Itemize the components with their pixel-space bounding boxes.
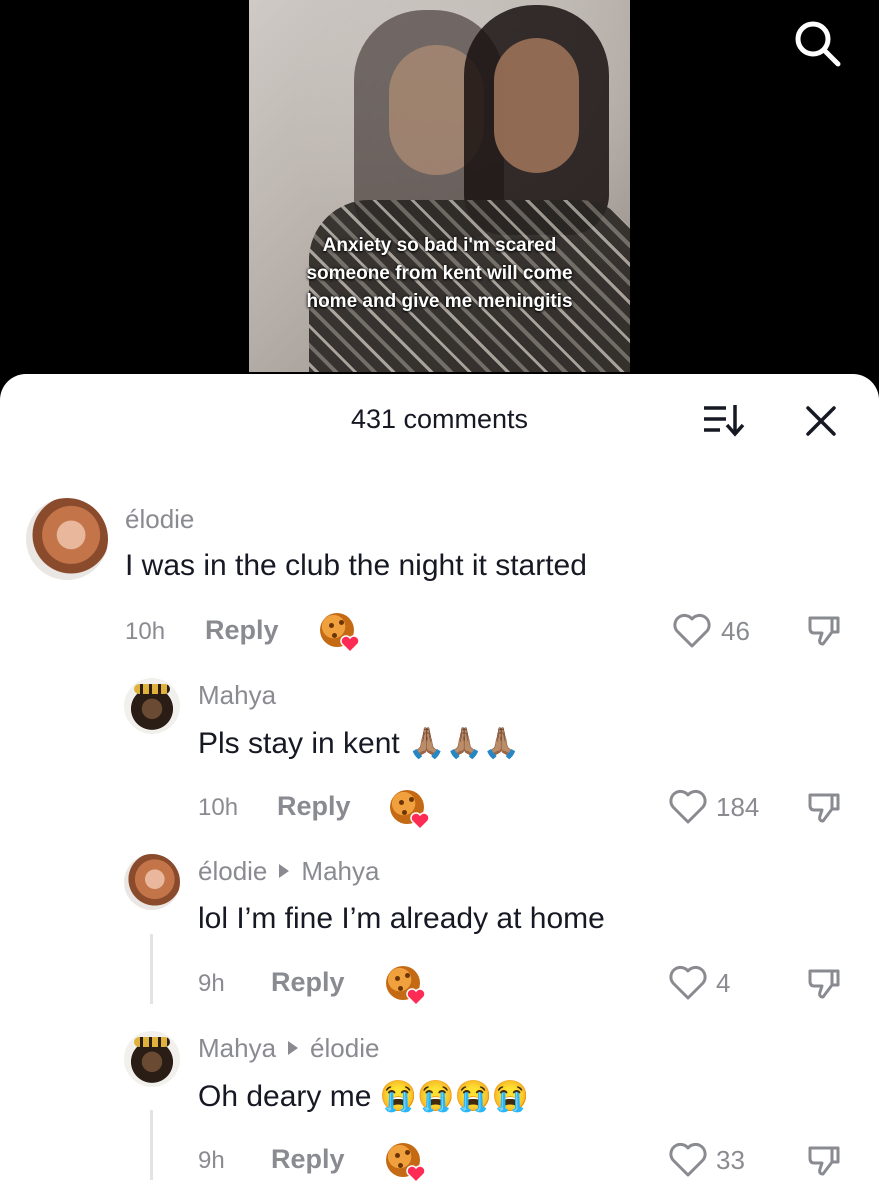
creator-liked-icon — [386, 966, 426, 1006]
comment-text: Oh deary me 😭😭😭😭 — [198, 1079, 529, 1114]
close-button[interactable] — [800, 400, 842, 442]
comment-emoji: 🙏🏽🙏🏽🙏🏽 — [408, 727, 521, 760]
like-count: 46 — [721, 616, 750, 646]
reply-arrow-icon — [288, 1041, 299, 1056]
heart-outline-icon[interactable] — [668, 1142, 708, 1178]
comment-username[interactable]: Mahya — [198, 680, 276, 711]
avatar[interactable] — [26, 498, 108, 580]
video-caption: Anxiety so bad i'm scared someone from k… — [306, 235, 573, 312]
reply-to-user: Mahya — [301, 856, 380, 886]
avatar[interactable] — [124, 678, 180, 734]
comment-text: I was in the club the night it started — [125, 549, 587, 583]
comment-author: Mahya — [198, 1033, 277, 1063]
search-icon — [795, 21, 841, 67]
like-count: 4 — [716, 968, 731, 998]
comment-time: 10h — [125, 618, 166, 645]
reply-button[interactable]: Reply — [205, 615, 279, 646]
comment-text-body: I was in the club the night it started — [125, 549, 587, 582]
heart-outline-icon[interactable] — [668, 789, 708, 825]
avatar[interactable] — [124, 1031, 180, 1087]
creator-liked-icon — [320, 613, 360, 653]
heart-outline-icon[interactable] — [668, 965, 708, 1001]
like-count: 184 — [716, 792, 760, 822]
comment-author: élodie — [198, 856, 268, 886]
reply-button[interactable]: Reply — [277, 791, 351, 822]
reply-arrow-icon — [279, 864, 290, 879]
video-area[interactable]: Anxiety so bad i'm scared someone from k… — [0, 0, 879, 400]
comments-sheet: 431 comments élodie I was in the club th… — [0, 374, 879, 1200]
video-thumbnail[interactable]: Anxiety so bad i'm scared someone from k… — [249, 0, 630, 372]
comment-time: 10h — [198, 794, 239, 821]
comment-text-body: lol I’m fine I’m already at home — [198, 902, 605, 935]
comment: élodie I was in the club the night it st… — [0, 494, 879, 654]
close-icon — [806, 406, 836, 436]
search-button[interactable] — [792, 18, 842, 68]
comment-time: 9h — [198, 1147, 225, 1174]
comment-text: Pls stay in kent 🙏🏽🙏🏽🙏🏽 — [198, 726, 520, 761]
thumbs-down-icon[interactable] — [804, 787, 844, 827]
reply-comment: Mahya élodie Oh deary me 😭😭😭😭 9h Reply 33 — [0, 1027, 879, 1187]
comment-text-body: Pls stay in kent — [198, 727, 400, 760]
avatar[interactable] — [124, 854, 180, 910]
thumbs-down-icon[interactable] — [804, 610, 844, 650]
reply-to-user: élodie — [310, 1033, 380, 1063]
comment-username[interactable]: Mahya élodie — [198, 1033, 379, 1064]
video-figure-right-face — [494, 38, 579, 173]
thumbs-down-icon[interactable] — [804, 963, 844, 1003]
heart-outline-icon[interactable] — [672, 613, 712, 649]
creator-liked-icon — [386, 1143, 426, 1183]
like-count: 33 — [716, 1145, 745, 1175]
reply-comment: Mahya Pls stay in kent 🙏🏽🙏🏽🙏🏽 10h Reply … — [0, 674, 879, 834]
creator-liked-icon — [390, 790, 430, 830]
comment-username[interactable]: élodie Mahya — [198, 856, 379, 887]
comment-time: 9h — [198, 970, 225, 997]
comment-emoji: 😭😭😭😭 — [379, 1080, 530, 1113]
thumbs-down-icon[interactable] — [804, 1140, 844, 1180]
comment-username[interactable]: élodie — [125, 504, 194, 535]
reply-button[interactable]: Reply — [271, 1144, 345, 1175]
reply-comment: élodie Mahya lol I’m fine I’m already at … — [0, 850, 879, 1010]
comment-text-body: Oh deary me — [198, 1080, 372, 1113]
sort-button[interactable] — [700, 400, 748, 440]
sort-icon — [704, 405, 745, 437]
comment-text: lol I’m fine I’m already at home — [198, 902, 605, 936]
reply-button[interactable]: Reply — [271, 967, 345, 998]
